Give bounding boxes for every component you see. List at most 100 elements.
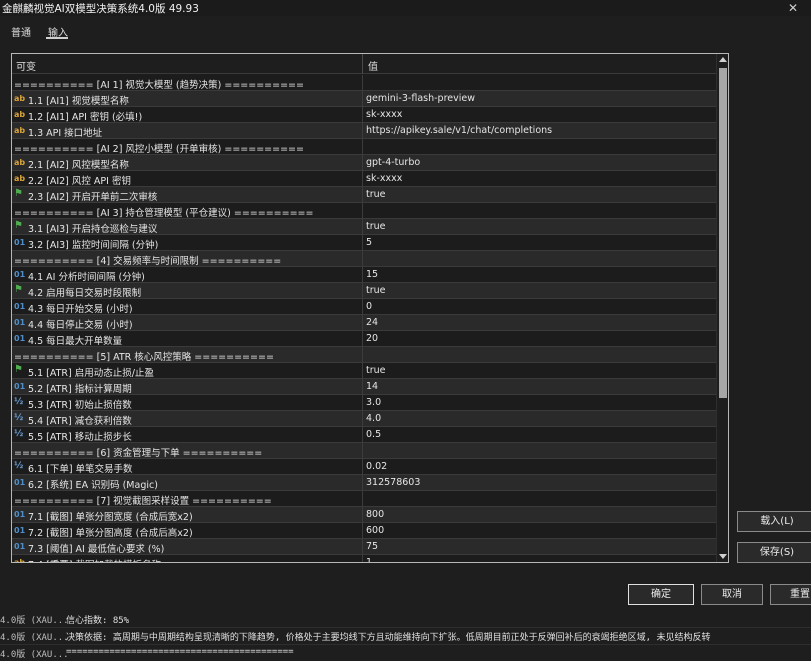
parameter-row[interactable]: ab 2.2 [AI2] 风控 API 密钥 sk-xxxx (12, 171, 716, 187)
parameter-row[interactable]: 01 3.2 [AI3] 监控时间间隔 (分钟) 5 (12, 235, 716, 251)
ok-button[interactable]: 确定 (628, 584, 694, 605)
cell-divider (362, 347, 363, 363)
parameter-value[interactable]: true (366, 221, 386, 232)
parameter-value[interactable]: 4.0 (366, 413, 381, 424)
parameter-row[interactable]: ab 2.1 [AI2] 风控模型名称 gpt-4-turbo (12, 155, 716, 171)
bool-type-icon: ⚑ (14, 188, 23, 199)
cell-divider (362, 331, 363, 347)
parameter-value[interactable]: gemini-3-flash-preview (366, 93, 475, 104)
parameter-name: 6.1 [下单] 单笔交易手数 (28, 464, 133, 475)
parameter-value[interactable]: 0 (366, 301, 372, 312)
parameter-row[interactable]: ⚑ 4.2 启用每日交易时段限制 true (12, 283, 716, 299)
parameter-row[interactable]: 01 4.5 每日最大开单数量 20 (12, 331, 716, 347)
section-row[interactable]: ========== [4] 交易频率与时间限制 ========== (12, 251, 716, 267)
scroll-up-icon[interactable] (719, 57, 727, 62)
parameter-value[interactable]: 5 (366, 237, 372, 248)
grid-header: 可变 值 (12, 54, 716, 74)
cell-divider (362, 171, 363, 187)
parameter-row[interactable]: 01 5.2 [ATR] 指标计算周期 14 (12, 379, 716, 395)
parameter-row[interactable]: ab 1.1 [AI1] 视觉模型名称 gemini-3-flash-preview (12, 91, 716, 107)
section-row[interactable]: ========== [AI 2] 风控小模型 (开单审核) =========… (12, 139, 716, 155)
parameter-value[interactable]: gpt-4-turbo (366, 157, 420, 168)
parameter-name: 4.5 每日最大开单数量 (28, 336, 123, 347)
section-row[interactable]: ========== [5] ATR 核心风控策略 ========== (12, 347, 716, 363)
parameter-row[interactable]: 01 7.3 [阈值] AI 最低信心要求 (%) 75 (12, 539, 716, 555)
column-divider[interactable] (362, 54, 363, 74)
cell-divider (362, 251, 363, 267)
parameter-value[interactable]: 0.5 (366, 429, 381, 440)
parameter-row[interactable]: 01 7.1 [截图] 单张分图宽度 (合成后宽x2) 800 (12, 507, 716, 523)
parameter-value[interactable]: 800 (366, 509, 384, 520)
parameter-value[interactable]: 75 (366, 541, 378, 552)
parameter-row[interactable]: 01 4.4 每日停止交易 (小时) 24 (12, 315, 716, 331)
parameter-value[interactable]: 14 (366, 381, 378, 392)
parameter-row[interactable]: ab7.4 [重要] 截图加载的模板名称 1 (12, 555, 716, 562)
parameter-row[interactable]: ½ 5.4 [ATR] 减仓获利倍数 4.0 (12, 411, 716, 427)
section-row[interactable]: ========== [7] 视觉截图采样设置 ========== (12, 491, 716, 507)
parameter-row[interactable]: ⚑ 2.3 [AI2] 开启开单前二次审核 true (12, 187, 716, 203)
parameter-name: 2.2 [AI2] 风控 API 密钥 (28, 176, 131, 187)
parameter-row[interactable]: ab 1.3 API 接口地址 https://apikey.sale/v1/cha… (12, 123, 716, 139)
section-row[interactable]: ========== [AI 3] 持仓管理模型 (平仓建议) ========… (12, 203, 716, 219)
section-row[interactable]: ========== [6] 资金管理与下单 ========== (12, 443, 716, 459)
string-type-icon: ab (14, 126, 26, 135)
section-row[interactable]: ========== [AI 1] 视觉大模型 (趋势决策) =========… (12, 75, 716, 91)
cell-divider (362, 155, 363, 171)
parameter-value[interactable]: true (366, 189, 386, 200)
parameter-value[interactable]: 24 (366, 317, 378, 328)
integer-type-icon: 01 (14, 542, 26, 551)
load-button[interactable]: 载入(L) (737, 511, 811, 532)
double-type-icon: ½ (14, 429, 24, 439)
parameter-row[interactable]: ⚑ 3.1 [AI3] 开启持仓巡检与建议 true (12, 219, 716, 235)
parameter-row[interactable]: ab 1.2 [AI1] API 密钥 (必填!) sk-xxxx (12, 107, 716, 123)
column-header-value[interactable]: 值 (368, 58, 378, 73)
cancel-button[interactable]: 取消 (701, 584, 763, 605)
parameter-value[interactable]: 15 (366, 269, 378, 280)
parameter-name: ========== [AI 3] 持仓管理模型 (平仓建议) ========… (14, 208, 314, 219)
cell-divider (362, 315, 363, 331)
parameter-row[interactable]: 01 4.3 每日开始交易 (小时) 0 (12, 299, 716, 315)
parameter-row[interactable]: ⚑ 5.1 [ATR] 启用动态止损/止盈 true (12, 363, 716, 379)
parameter-row[interactable]: 01 7.2 [截图] 单张分图高度 (合成后高x2) 600 (12, 523, 716, 539)
parameter-value[interactable]: true (366, 365, 386, 376)
parameter-value[interactable]: sk-xxxx (366, 173, 402, 184)
parameter-value[interactable]: 0.02 (366, 461, 387, 472)
parameter-name: ========== [4] 交易频率与时间限制 ========== (14, 256, 282, 267)
parameter-value[interactable]: 1 (366, 557, 372, 562)
scroll-down-icon[interactable] (719, 554, 727, 559)
tab-common[interactable]: 普通 (11, 24, 31, 39)
cell-divider (362, 523, 363, 539)
parameter-value[interactable]: 20 (366, 333, 378, 344)
integer-type-icon: 01 (14, 382, 26, 391)
parameter-value[interactable]: true (366, 285, 386, 296)
save-button[interactable]: 保存(S) (737, 542, 811, 563)
double-type-icon: ½ (14, 461, 24, 471)
inputs-grid: 可变 值 ========== [AI 1] 视觉大模型 (趋势决策) ====… (11, 53, 729, 563)
parameter-value[interactable]: sk-xxxx (366, 109, 402, 120)
vertical-scrollbar[interactable] (716, 54, 728, 562)
parameter-name: 2.3 [AI2] 开启开单前二次审核 (28, 192, 158, 203)
scrollbar-thumb[interactable] (719, 68, 727, 398)
string-type-icon: ab (14, 110, 26, 119)
cell-divider (362, 363, 363, 379)
parameter-value[interactable]: 312578603 (366, 477, 420, 488)
parameter-name: 6.2 [系统] EA 识别码 (Magic) (28, 480, 158, 491)
bool-type-icon: ⚑ (14, 364, 23, 375)
parameter-row[interactable]: 01 6.2 [系统] EA 识别码 (Magic) 312578603 (12, 475, 716, 491)
parameter-value[interactable]: 3.0 (366, 397, 381, 408)
parameter-row[interactable]: 01 4.1 AI 分析时间间隔 (分钟) 15 (12, 267, 716, 283)
bool-type-icon: ⚑ (14, 284, 23, 295)
cell-divider (362, 283, 363, 299)
column-header-variable[interactable]: 可变 (16, 58, 36, 73)
parameter-value[interactable]: 600 (366, 525, 384, 536)
close-icon[interactable]: ✕ (785, 0, 801, 16)
parameter-name: 1.3 API 接口地址 (28, 128, 103, 139)
cell-divider (362, 459, 363, 475)
parameter-row[interactable]: ½ 6.1 [下单] 单笔交易手数 0.02 (12, 459, 716, 475)
parameter-value[interactable]: https://apikey.sale/v1/chat/completions (366, 125, 552, 136)
parameter-name: 4.3 每日开始交易 (小时) (28, 304, 133, 315)
parameter-name: 4.2 启用每日交易时段限制 (28, 288, 142, 299)
parameter-row[interactable]: ½ 5.5 [ATR] 移动止损步长 0.5 (12, 427, 716, 443)
parameter-row[interactable]: ½ 5.3 [ATR] 初始止损倍数 3.0 (12, 395, 716, 411)
reset-button[interactable]: 重置 (770, 584, 811, 605)
